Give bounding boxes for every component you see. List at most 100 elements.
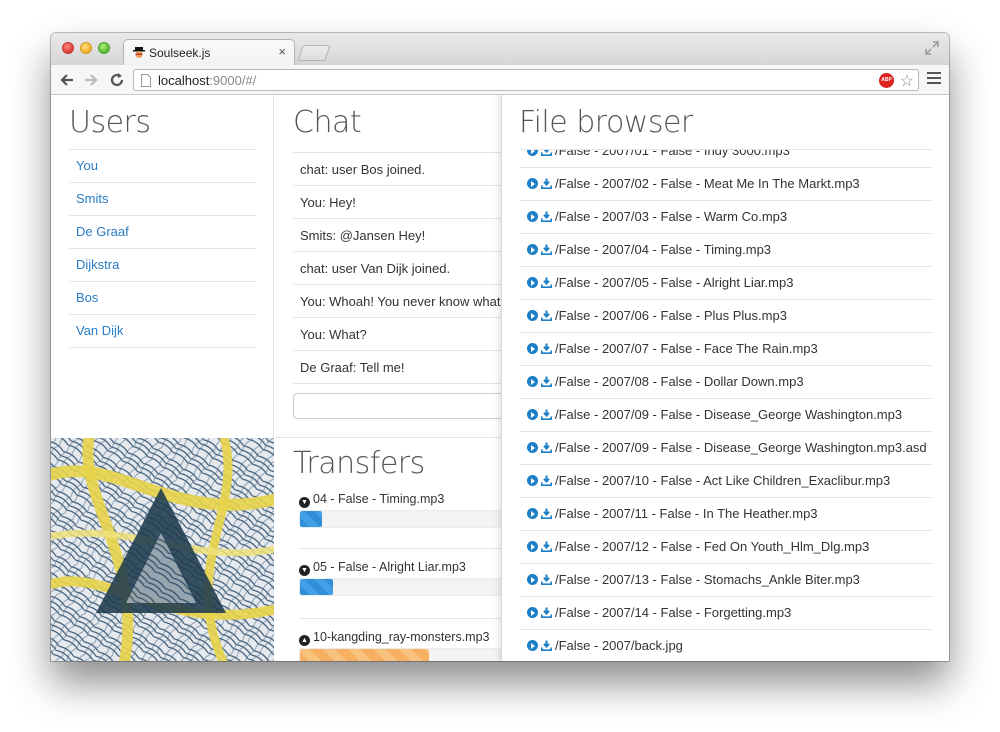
play-icon[interactable] [527,277,538,288]
page-icon [141,74,151,87]
minimize-window-button[interactable] [80,42,92,54]
user-item[interactable]: De Graaf [69,216,256,249]
transfer-filename: 05 - False - Alright Liar.mp3 [313,560,466,574]
adblock-icon[interactable]: ABP [879,73,894,88]
file-item: /False - 2007/13 - False - Stomachs_Ankl… [520,564,932,597]
download-icon[interactable] [541,408,552,420]
browser-window: Soulseek.js × localhost:9000/#/ ABP ☆ Us… [51,33,949,661]
user-item[interactable]: Dijkstra [69,249,256,282]
download-icon[interactable] [541,342,552,354]
file-item: /False - 2007/01 - False - Indy 3000.mp3 [520,150,932,168]
file-path: /False - 2007/06 - False - Plus Plus.mp3 [555,308,787,323]
tab-close-icon[interactable]: × [278,44,286,59]
menu-icon[interactable] [927,72,941,86]
play-icon[interactable] [527,310,538,321]
play-icon[interactable] [527,211,538,222]
file-item: /False - 2007/11 - False - In The Heathe… [520,498,932,531]
download-icon[interactable] [541,474,552,486]
file-item: /False - 2007/09 - False - Disease_Georg… [520,432,932,465]
play-icon[interactable] [527,409,538,420]
play-icon[interactable] [527,244,538,255]
user-item[interactable]: Van Dijk [69,315,256,348]
download-icon[interactable] [541,507,552,519]
user-item[interactable]: Bos [69,282,256,315]
chevron-up-icon[interactable]: ▲ [299,635,310,646]
user-item[interactable]: You [69,150,256,183]
file-path: /False - 2007/09 - False - Disease_Georg… [555,440,927,455]
chat-panel: Chat chat: user Bos joined. You: Hey! Smit… [275,95,523,438]
album-artwork-image [51,438,274,661]
transfer-item[interactable]: ▼ 04 - False - Timing.mp3 [299,492,519,528]
chat-message: De Graaf: Tell me! [293,351,513,384]
new-tab-button[interactable] [297,45,331,61]
download-icon[interactable] [541,540,552,552]
download-icon[interactable] [541,606,552,618]
file-path: /False - 2007/03 - False - Warm Co.mp3 [555,209,788,224]
user-item[interactable]: Smits [69,183,256,216]
play-icon[interactable] [527,442,538,453]
zoom-window-button[interactable] [98,42,110,54]
back-arrow-icon[interactable] [58,71,76,89]
file-path: /False - 2007/12 - False - Fed On Youth_… [555,539,870,554]
download-icon[interactable] [541,639,552,651]
file-item: /False - 2007/back.jpg [520,630,932,661]
browser-tab[interactable]: Soulseek.js × [123,39,295,66]
file-path: /False - 2007/14 - False - Forgetting.mp… [555,605,792,620]
play-icon[interactable] [527,640,538,651]
chat-message: Smits: @Jansen Hey! [293,219,513,252]
play-icon[interactable] [527,541,538,552]
fullscreen-icon[interactable] [925,41,939,55]
file-item: /False - 2007/08 - False - Dollar Down.m… [520,366,932,399]
forward-arrow-icon[interactable] [82,71,100,89]
play-icon[interactable] [527,376,538,387]
close-window-button[interactable] [62,42,74,54]
file-path: /False - 2007/10 - False - Act Like Chil… [555,473,891,488]
play-icon[interactable] [527,178,538,189]
transfers-panel: Transfers ▼ 04 - False - Timing.mp3 ▼ 05 - … [275,438,525,661]
transfer-item[interactable]: ▲ 10-kangding_ray-monsters.mp3 [299,630,519,661]
download-icon[interactable] [541,441,552,453]
download-icon[interactable] [541,276,552,288]
play-icon[interactable] [527,343,538,354]
chat-message: You: Whoah! You never know what [293,285,513,318]
download-icon[interactable] [541,573,552,585]
transfer-progress-fill [300,511,322,527]
play-icon[interactable] [527,574,538,585]
play-icon[interactable] [527,475,538,486]
users-list: You Smits De Graaf Dijkstra Bos Van Dijk [69,149,256,348]
download-icon[interactable] [541,243,552,255]
chevron-down-icon[interactable]: ▼ [299,565,310,576]
download-icon[interactable] [541,309,552,321]
chat-message: You: Hey! [293,186,513,219]
download-icon[interactable] [541,177,552,189]
users-panel: Users You Smits De Graaf Dijkstra Bos Van Dij… [51,95,274,438]
transfer-filename: 04 - False - Timing.mp3 [313,492,445,506]
transfer-progress-bar [299,578,519,596]
download-icon[interactable] [541,150,552,156]
bookmark-star-icon[interactable]: ☆ [900,71,914,91]
reload-icon[interactable] [108,71,126,89]
transfer-divider [299,548,525,549]
file-item: /False - 2007/06 - False - Plus Plus.mp3 [520,300,932,333]
file-list-scroll[interactable]: /False - 2007/01 - False - Indy 3000.mp3… [520,149,932,661]
file-list: /False - 2007/01 - False - Indy 3000.mp3… [520,150,932,661]
chat-input[interactable] [293,393,523,419]
play-icon[interactable] [527,150,538,156]
transfer-item[interactable]: ▼ 05 - False - Alright Liar.mp3 [299,560,519,596]
play-icon[interactable] [527,607,538,618]
transfers-title: Transfers [293,446,425,481]
file-item: /False - 2007/12 - False - Fed On Youth_… [520,531,932,564]
play-icon[interactable] [527,508,538,519]
transfer-label: ▲ 10-kangding_ray-monsters.mp3 [299,630,519,646]
file-path: /False - 2007/back.jpg [555,638,683,653]
browser-toolbar: localhost:9000/#/ ABP ☆ [51,65,949,95]
address-bar[interactable]: localhost:9000/#/ ABP ☆ [133,69,919,91]
download-icon[interactable] [541,375,552,387]
download-icon[interactable] [541,210,552,222]
tab-title: Soulseek.js [149,46,211,60]
chevron-down-icon[interactable]: ▼ [299,497,310,508]
transfer-label: ▼ 05 - False - Alright Liar.mp3 [299,560,519,576]
file-item: /False - 2007/05 - False - Alright Liar.… [520,267,932,300]
chat-message: You: What? [293,318,513,351]
title-bar: Soulseek.js × [51,33,949,66]
